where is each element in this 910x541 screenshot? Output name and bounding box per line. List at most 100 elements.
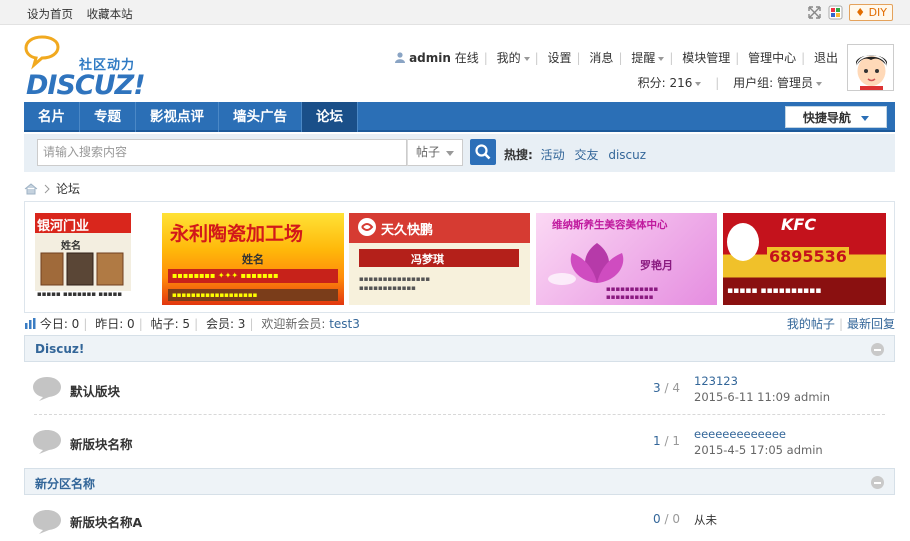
- menu-logout[interactable]: 退出: [814, 51, 838, 65]
- top-tools: ♦ DIY: [807, 4, 893, 21]
- forum-bubble-icon: [33, 377, 61, 401]
- banner-card-4[interactable]: 维纳斯养生美容美体中心 罗艳月 ▪▪▪▪▪▪▪▪▪▪▪ ▪▪▪▪▪▪▪▪▪▪: [536, 213, 717, 305]
- forum-counts: 0 / 0: [653, 512, 680, 526]
- forum-counts: 3 / 4: [653, 381, 680, 395]
- forum-stats: 今日: 0 | 昨日: 0 | 帖子: 5 | 会员: 3 | 欢迎新会员: test3…: [24, 315, 895, 332]
- banner-subtitle-4: 罗艳月: [640, 259, 673, 272]
- diy-button[interactable]: ♦ DIY: [849, 4, 893, 21]
- search-input[interactable]: 请输入搜索内容: [37, 139, 407, 166]
- usergroup-menu[interactable]: 用户组: 管理员: [733, 76, 822, 90]
- hot-searches: 热搜: 活动 交友 discuz: [504, 146, 652, 163]
- banner-title-5: KFC: [781, 215, 817, 234]
- welcome-label: 欢迎新会员:: [261, 317, 326, 331]
- quick-nav-button[interactable]: 快捷导航: [785, 106, 887, 128]
- fullscreen-icon[interactable]: [807, 5, 822, 20]
- nav-item-topics[interactable]: 专题: [80, 102, 136, 132]
- latest-replies-link[interactable]: 最新回复: [847, 317, 895, 331]
- home-icon[interactable]: [24, 182, 38, 195]
- banner-subtitle-3: 冯梦琪: [411, 253, 444, 266]
- top-bar: 设为首页 收藏本站 ♦ DIY: [0, 0, 910, 25]
- collapse-icon[interactable]: [871, 343, 884, 356]
- lotus-image: [548, 243, 624, 285]
- hot-term-friends[interactable]: 交友: [574, 148, 598, 162]
- logo-bubble-icon: [24, 35, 60, 70]
- forum-counts: 1 / 1: [653, 434, 680, 448]
- stat-members: 会员: 3: [205, 317, 246, 331]
- category-header: Discuz!: [24, 335, 895, 362]
- search-icon: [475, 144, 491, 160]
- set-home-link[interactable]: 设为首页: [27, 7, 73, 21]
- last-post-title[interactable]: eeeeeeeeeeeee: [694, 426, 823, 442]
- breadcrumb-current[interactable]: 论坛: [56, 180, 80, 197]
- my-posts-link[interactable]: 我的帖子: [787, 317, 835, 331]
- hot-term-activity[interactable]: 活动: [541, 148, 565, 162]
- search-type-select[interactable]: 帖子: [407, 139, 463, 166]
- style-switch-icon[interactable]: [828, 5, 843, 20]
- stat-yesterday: 昨日: 0: [95, 317, 135, 331]
- banner-title-1: 银河门业: [37, 219, 90, 234]
- site-logo[interactable]: 社区动力 DISCUZ!: [24, 34, 146, 101]
- last-post-title: 从未: [694, 513, 717, 527]
- forum-row: 新版块名称A 0 / 0 从未: [24, 495, 895, 541]
- banner-card-1[interactable]: 银河门业 姓名 ▪▪▪▪▪ ▪▪▪▪▪▪▪ ▪▪▪▪▪: [35, 213, 131, 305]
- points-menu[interactable]: 积分: 216: [638, 76, 702, 90]
- menu-admin-center[interactable]: 管理中心: [748, 51, 796, 65]
- search-bar: 请输入搜索内容 帖子 热搜: 活动 交友 discuz: [24, 134, 895, 172]
- last-post-info: 2015-6-11 11:09 admin: [694, 390, 831, 404]
- forum-name[interactable]: 新版块名称A: [70, 512, 142, 531]
- avatar[interactable]: [847, 44, 894, 91]
- menu-messages[interactable]: 消息: [589, 51, 613, 65]
- forum-last-post: 123123 2015-6-11 11:09 admin: [694, 373, 830, 405]
- search-button[interactable]: [470, 139, 496, 165]
- banner-title-2: 永利陶瓷加工场: [170, 223, 304, 245]
- menu-my[interactable]: 我的: [497, 51, 530, 65]
- chart-icon: [25, 318, 36, 329]
- banner-subtitle-1: 姓名: [61, 241, 81, 252]
- forum-last-post: eeeeeeeeeeeee 2015-4-5 17:05 admin: [694, 426, 823, 458]
- banner-strip: 银河门业 姓名 ▪▪▪▪▪ ▪▪▪▪▪▪▪ ▪▪▪▪▪ 永利陶瓷加工场 姓名 ▪…: [24, 201, 895, 313]
- banner-card-2[interactable]: 永利陶瓷加工场 姓名 ▪▪▪▪▪▪▪▪ ✦✦✦ ▪▪▪▪▪▪▪ ▪▪▪▪▪▪▪▪…: [162, 213, 344, 305]
- forum-name[interactable]: 新版块名称: [70, 434, 133, 453]
- diy-label: DIY: [868, 6, 887, 19]
- chevron-down-icon: [861, 116, 870, 121]
- banner-subtitle-2: 姓名: [242, 253, 264, 266]
- user-icon: [395, 52, 406, 63]
- logo-circle-icon: [358, 218, 376, 236]
- logo-word: DISCUZ!: [26, 70, 146, 101]
- forum-bubble-icon: [33, 510, 61, 534]
- hot-label: 热搜:: [504, 148, 533, 162]
- stats-links: 我的帖子 | 最新回复: [786, 317, 895, 331]
- collapse-icon[interactable]: [871, 476, 884, 489]
- menu-module-admin[interactable]: 模块管理: [682, 51, 730, 65]
- username-link[interactable]: admin: [409, 51, 451, 65]
- menu-settings[interactable]: 设置: [548, 51, 572, 65]
- category-name[interactable]: Discuz!: [35, 342, 84, 356]
- user-info: 积分: 216 | 用户组: 管理员: [638, 74, 822, 91]
- nav-item-reviews[interactable]: 影视点评: [136, 102, 219, 132]
- main-nav: 名片 专题 影视点评 墙头广告 论坛 快捷导航: [24, 102, 895, 132]
- category-name[interactable]: 新分区名称: [35, 475, 95, 492]
- forum-row: 新版块名称 1 / 1 eeeeeeeeeeeee 2015-4-5 17:05…: [24, 415, 895, 467]
- category-header: 新分区名称: [24, 468, 895, 495]
- user-menu: admin 在线 | 我的 | 设置 | 消息 | 提醒 | 模块管理 | 管理中心 | 退出: [395, 49, 838, 66]
- last-post-info: 2015-4-5 17:05 admin: [694, 443, 823, 457]
- menu-reminders[interactable]: 提醒: [631, 51, 665, 65]
- nav-item-forum[interactable]: 论坛: [302, 102, 358, 132]
- nav-item-wall-ads[interactable]: 墙头广告: [219, 102, 302, 132]
- banner-title-4: 维纳斯养生美容美体中心: [552, 219, 668, 231]
- banner-card-5[interactable]: KFC 6895536 ▪▪▪▪▪ ▪▪▪▪▪▪▪▪▪▪: [723, 213, 886, 305]
- new-member-link[interactable]: test3: [329, 317, 360, 331]
- forum-name[interactable]: 默认版块: [70, 381, 120, 400]
- stat-posts: 帖子: 5: [150, 317, 191, 331]
- banner-card-3[interactable]: 天久快鹏 冯梦琪 ▪▪▪▪▪▪▪▪▪▪▪▪▪▪▪ ▪▪▪▪▪▪▪▪▪▪▪▪: [349, 213, 530, 305]
- hot-term-discuz[interactable]: discuz: [608, 148, 646, 162]
- forum-row: 默认版块 3 / 4 123123 2015-6-11 11:09 admin: [24, 362, 895, 414]
- breadcrumb: 论坛: [24, 180, 80, 197]
- last-post-title[interactable]: 123123: [694, 373, 830, 389]
- forum-last-post: 从未: [694, 512, 717, 528]
- forum-bubble-icon: [33, 430, 61, 454]
- online-status: 在线: [454, 51, 479, 65]
- nav-item-cards[interactable]: 名片: [24, 102, 80, 132]
- bookmark-link[interactable]: 收藏本站: [87, 7, 133, 21]
- stat-today: 今日: 0: [39, 317, 80, 331]
